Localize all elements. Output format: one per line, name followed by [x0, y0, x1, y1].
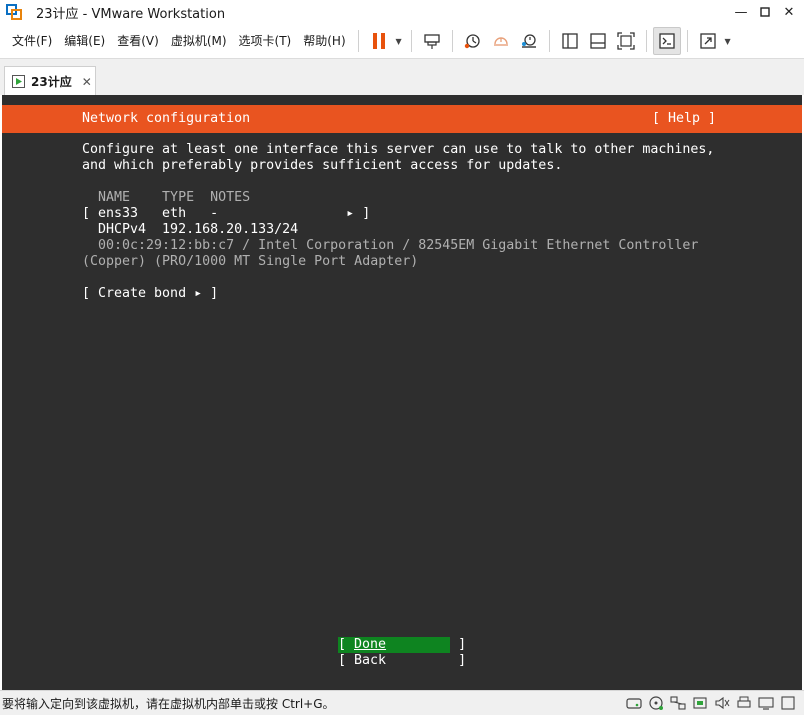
vm-running-icon [12, 75, 25, 88]
stretch-dropdown-button[interactable]: ▼ [722, 27, 734, 55]
pause-dropdown-button[interactable]: ▼ [393, 27, 405, 55]
message-log-icon[interactable] [780, 695, 796, 711]
mac-vendor-info: 00:0c:29:12:bb:c7 / Intel Corporation / … [82, 238, 699, 253]
tab-strip: 23计应 ✕ [0, 58, 804, 96]
done-button[interactable]: [ Done ] [338, 637, 466, 653]
thumbnail-icon [589, 33, 606, 49]
usb-controller-icon[interactable] [692, 695, 708, 711]
send-ctrl-alt-del-icon [423, 34, 440, 49]
vmware-app-icon [6, 4, 22, 20]
help-button[interactable]: [ Help ] [652, 111, 716, 127]
intro-text-1: Configure at least one interface this se… [82, 142, 715, 157]
network-adapter-icon[interactable] [670, 695, 686, 711]
vm-console[interactable]: Network configuration [ Help ] Configure… [2, 95, 802, 690]
menu-file[interactable]: 文件(F) [6, 30, 58, 52]
display-icon[interactable] [758, 695, 774, 711]
interface-ens33-row[interactable]: [ ens33 eth - ▸ ] [82, 206, 370, 222]
toolbar-separator [410, 30, 412, 52]
fullscreen-fit-icon [616, 32, 635, 50]
installer-header: Network configuration [ Help ] [2, 105, 802, 133]
show-library-button[interactable] [556, 27, 584, 55]
menu-help[interactable]: 帮助(H) [297, 30, 351, 52]
console-view-button[interactable] [652, 27, 681, 55]
menu-vm[interactable]: 虚拟机(M) [165, 30, 233, 52]
revert-snapshot-button[interactable] [487, 27, 515, 55]
snapshot-manager-icon [521, 34, 536, 48]
snapshot-manager-button[interactable] [515, 27, 543, 55]
take-snapshot-button[interactable] [459, 27, 487, 55]
stretch-icon [699, 33, 716, 49]
menu-toolbar: 文件(F) 编辑(E) 查看(V) 虚拟机(M) 选项卡(T) 帮助(H) ▼ … [0, 24, 804, 58]
interface-columns-header: NAME TYPE NOTES [82, 190, 251, 205]
maximize-button[interactable] [752, 0, 778, 24]
menu-edit[interactable]: 编辑(E) [58, 30, 111, 52]
sound-card-icon[interactable] [714, 695, 730, 711]
tab-vm[interactable]: 23计应 ✕ [4, 66, 96, 96]
toolbar-separator [645, 30, 647, 52]
installer-screen: Network configuration [ Help ] Configure… [2, 95, 802, 690]
fit-guest-button[interactable] [612, 27, 640, 55]
cd-drive-icon[interactable] [648, 695, 664, 711]
revert-snapshot-icon [493, 37, 508, 46]
window-title: 23计应 - VMware Workstation [36, 6, 226, 22]
dhcp-address: DHCPv4 192.168.20.133/24 [82, 222, 299, 237]
toolbar-separator [451, 30, 453, 52]
pause-button[interactable] [365, 27, 393, 55]
header-title: Network configuration [82, 111, 251, 126]
tab-close-icon[interactable]: ✕ [82, 75, 92, 89]
printer-icon[interactable] [736, 695, 752, 711]
menu-view[interactable]: 查看(V) [111, 30, 165, 52]
device-icons [626, 695, 796, 711]
minimize-button[interactable]: — [728, 0, 754, 24]
back-button[interactable]: [ Back ] [338, 653, 466, 669]
menu-tabs[interactable]: 选项卡(T) [233, 30, 298, 52]
show-thumbnail-bar-button[interactable] [584, 27, 612, 55]
status-bar: 要将输入定向到该虚拟机，请在虚拟机内部单击或按 Ctrl+G。 [0, 690, 804, 715]
pause-icon [372, 33, 385, 49]
toolbar-separator [548, 30, 550, 52]
create-bond-button[interactable]: [ Create bond ▸ ] [82, 286, 218, 302]
send-ctrl-alt-del-button[interactable] [418, 27, 446, 55]
sidebar-icon [561, 33, 578, 49]
hard-disk-icon[interactable] [626, 695, 642, 711]
toolbar-separator [686, 30, 688, 52]
status-message: 要将输入定向到该虚拟机，请在虚拟机内部单击或按 Ctrl+G。 [2, 696, 335, 711]
adapter-info: (Copper) (PRO/1000 MT Single Port Adapte… [82, 254, 419, 269]
intro-text-2: and which preferably provides sufficient… [82, 158, 563, 173]
snapshot-icon [464, 34, 480, 49]
tab-label: 23计应 [31, 75, 72, 89]
console-view-icon [658, 33, 675, 49]
toolbar-separator [357, 30, 359, 52]
title-bar: 23计应 - VMware Workstation — ✕ [0, 0, 804, 24]
stretch-guest-button[interactable] [694, 27, 722, 55]
close-button[interactable]: ✕ [776, 0, 802, 24]
